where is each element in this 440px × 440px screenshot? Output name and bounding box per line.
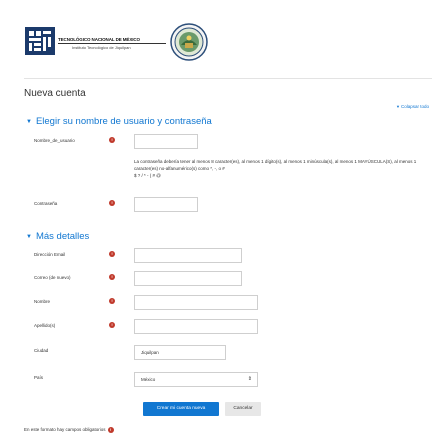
email-again-label: Correo (de nuevo)	[34, 275, 71, 280]
required-icon: !	[109, 251, 115, 257]
required-icon: !	[109, 137, 115, 143]
logo-text: TECNOLÓGICO NACIONAL DE MÉXICO	[58, 37, 166, 42]
country-select-value: México	[141, 377, 156, 382]
logo-rule	[58, 43, 166, 44]
username-field[interactable]	[134, 134, 198, 149]
site-header: TECNOLÓGICO NACIONAL DE MÉXICO Instituto…	[24, 21, 208, 63]
required-fields-text: En este formato hay campos obligatorios	[24, 427, 106, 433]
city-field[interactable]: Jiquilpan	[134, 345, 226, 360]
email-field[interactable]	[134, 248, 242, 263]
country-select[interactable]: México ⇕	[134, 372, 258, 387]
lastname-label: Apellido(s)	[34, 323, 56, 328]
password-field[interactable]	[134, 197, 198, 212]
email-label: Dirección Email	[34, 252, 66, 257]
section-account-title: Elegir su nombre de usuario y contraseña	[35, 116, 212, 127]
lastname-field[interactable]	[134, 319, 258, 334]
section-details-title: Más detalles	[35, 231, 90, 242]
section-details-header[interactable]: ▼ Más detalles	[26, 231, 89, 242]
required-icon: !	[109, 274, 115, 280]
required-icon: !	[109, 298, 115, 304]
required-icon: !	[109, 322, 115, 328]
logo-line-1: TECNOLÓGICO NACIONAL DE MÉXICO	[58, 37, 140, 42]
logo-subtext: Instituto Tecnológico de Jiquilpan	[58, 45, 166, 50]
required-fields-note: En este formato hay campos obligatorios!	[24, 427, 114, 433]
triangle-down-icon: ▼	[396, 104, 400, 109]
required-icon: !	[109, 200, 115, 206]
logo-line-2: Instituto Tecnológico de Jiquilpan	[72, 45, 131, 50]
firstname-label: Nombre	[34, 299, 51, 304]
country-label: País	[34, 375, 44, 380]
required-icon: !	[107, 427, 114, 433]
password-policy: La contraseña debería tener al menos 8 c…	[134, 159, 417, 171]
password-policy-example: $ ? / * - ( # @	[134, 173, 161, 178]
chevron-down-icon: ▼	[26, 119, 32, 125]
create-account-button[interactable]: Crear mi cuenta nueva	[143, 402, 219, 416]
tecnm-logo-icon	[25, 27, 55, 55]
institute-seal-icon	[170, 23, 208, 61]
city-label: Ciudad	[34, 348, 49, 353]
username-label: Nombre_de_usuario	[34, 138, 75, 143]
select-arrows-icon: ⇕	[247, 376, 252, 382]
signup-page: TECNOLÓGICO NACIONAL DE MÉXICO Instituto…	[0, 0, 440, 440]
collapse-all-link[interactable]: ▼Colapsar todo	[396, 104, 429, 109]
password-policy-text: La contraseña debería tener al menos 8 c…	[134, 158, 424, 179]
section-account-header[interactable]: ▼ Elegir su nombre de usuario y contraseñ…	[26, 116, 212, 127]
password-label: Contraseña	[34, 201, 58, 206]
firstname-field[interactable]	[134, 295, 258, 310]
chevron-down-icon: ▼	[26, 234, 32, 240]
email-again-field[interactable]	[134, 271, 242, 286]
page-title: Nueva cuenta	[24, 88, 86, 99]
cancel-button[interactable]: Cancelar	[225, 402, 261, 416]
header-divider	[24, 78, 432, 79]
collapse-all-label: Colapsar todo	[400, 104, 429, 109]
